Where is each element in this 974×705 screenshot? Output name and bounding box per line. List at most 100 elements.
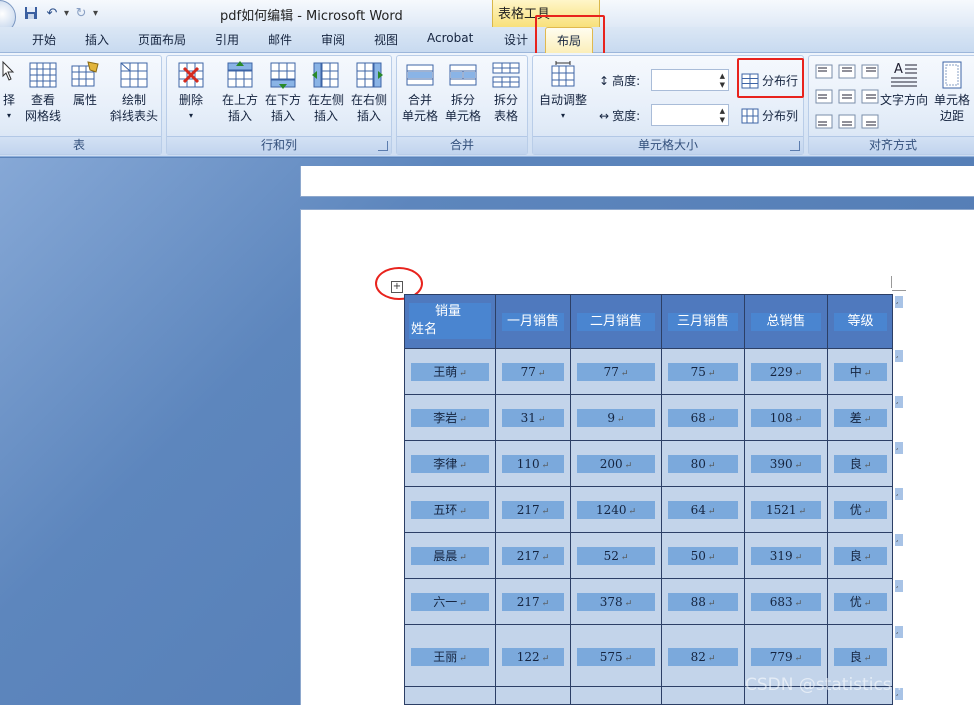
tab-review[interactable]: 审阅 [321,31,345,48]
align-bottom-center-icon[interactable] [838,114,856,129]
mar-cell[interactable]: 75 ↵ [662,349,745,395]
tab-references[interactable]: 引用 [215,31,239,48]
view-gridlines-button[interactable]: 查看 网格线 [21,60,65,124]
align-bottom-right-icon[interactable] [861,114,879,129]
autofit-button[interactable]: 自动调整 ▾ [535,60,591,124]
align-middle-right-icon[interactable] [861,89,879,104]
feb-cell[interactable]: 575 ↵ [571,625,662,687]
feb-cell[interactable] [571,687,662,704]
spin-down-icon[interactable]: ▼ [720,81,725,89]
jan-cell[interactable]: 77 ↵ [496,349,571,395]
total-cell[interactable]: 1521 ↵ [745,487,828,533]
jan-cell[interactable]: 122 ↵ [496,625,571,687]
align-top-left-icon[interactable] [815,64,833,79]
insert-below-button[interactable]: 在下方 插入 [262,60,304,124]
tab-view[interactable]: 视图 [374,31,398,48]
header-cell-grade[interactable]: 等级 [828,295,892,349]
jan-cell[interactable]: 217 ↵ [496,487,571,533]
mar-cell[interactable]: 80 ↵ [662,441,745,487]
sales-table[interactable]: 销量 姓名 一月销售 二月销售 三月销售 总销售 等级 王萌 ↵ 77 ↵ 77 ↵ … [404,294,893,705]
table-row: 王萌 ↵ 77 ↵ 77 ↵ 75 ↵ 229 ↵ 中 ↵ [405,349,892,395]
split-cells-button[interactable]: 拆分 单元格 [442,60,484,124]
align-middle-left-icon[interactable] [815,89,833,104]
grade-cell[interactable]: 优 ↵ [828,487,892,533]
feb-cell[interactable]: 1240 ↵ [571,487,662,533]
feb-cell[interactable]: 52 ↵ [571,533,662,579]
grade-cell[interactable]: 良 ↵ [828,533,892,579]
total-cell[interactable]: 390 ↵ [745,441,828,487]
jan-cell[interactable]: 217 ↵ [496,579,571,625]
mar-cell[interactable]: 82 ↵ [662,625,745,687]
align-bottom-left-icon[interactable] [815,114,833,129]
mar-cell[interactable] [662,687,745,704]
align-top-center-icon[interactable] [838,64,856,79]
tab-page-layout[interactable]: 页面布局 [138,31,186,48]
total-cell[interactable]: 319 ↵ [745,533,828,579]
mar-cell[interactable]: 68 ↵ [662,395,745,441]
dialog-launcher-icon[interactable] [378,141,388,151]
text-direction-button[interactable]: A 文字方向 [879,60,929,108]
header-cell-jan[interactable]: 一月销售 [496,295,571,349]
jan-cell[interactable]: 217 ↵ [496,533,571,579]
mar-cell[interactable]: 88 ↵ [662,579,745,625]
grade-cell[interactable]: 中 ↵ [828,349,892,395]
dialog-launcher-icon[interactable] [790,141,800,151]
align-middle-center-icon[interactable] [838,89,856,104]
grade-cell[interactable]: 优 ↵ [828,579,892,625]
undo-icon[interactable]: ↶ [43,4,61,22]
name-cell[interactable]: 五环 ↵ [405,487,496,533]
spin-up-icon[interactable]: ▲ [720,72,725,80]
properties-button[interactable]: 属性 [67,60,103,108]
total-cell[interactable]: 229 ↵ [745,349,828,395]
tab-mailings[interactable]: 邮件 [268,31,292,48]
name-cell[interactable]: 李岩 ↵ [405,395,496,441]
width-input[interactable]: ▲ ▼ [651,104,729,126]
height-input[interactable]: ▲ ▼ [651,69,729,91]
delete-button[interactable]: 删除 ▾ [173,60,209,124]
select-button[interactable]: 择 ▾ [1,60,17,124]
name-cell[interactable]: 晨晨 ↵ [405,533,496,579]
jan-cell[interactable]: 31 ↵ [496,395,571,441]
table-move-handle-icon[interactable]: + [391,281,403,293]
insert-above-button[interactable]: 在上方 插入 [219,60,261,124]
customize-qat-icon[interactable]: ▾ [93,8,98,19]
feb-cell[interactable]: 378 ↵ [571,579,662,625]
header-cell-mar[interactable]: 三月销售 [662,295,745,349]
name-cell[interactable]: 李律 ↵ [405,441,496,487]
name-cell[interactable]: 王丽 ↵ [405,625,496,687]
draw-diagonal-header-button[interactable]: 绘制 斜线表头 [105,60,163,124]
header-cell-feb[interactable]: 二月销售 [571,295,662,349]
distribute-columns-button[interactable]: 分布列 [741,107,798,124]
jan-cell[interactable]: 110 ↵ [496,441,571,487]
name-cell[interactable]: 六一 ↵ [405,579,496,625]
split-table-button[interactable]: 拆分 表格 [485,60,527,124]
tab-acrobat[interactable]: Acrobat [427,31,473,45]
redo-icon[interactable]: ↻ [72,4,90,22]
feb-cell[interactable]: 200 ↵ [571,441,662,487]
spin-down-icon[interactable]: ▼ [720,116,725,124]
mar-cell[interactable]: 64 ↵ [662,487,745,533]
spin-up-icon[interactable]: ▲ [720,107,725,115]
total-cell[interactable]: 108 ↵ [745,395,828,441]
total-cell[interactable]: 683 ↵ [745,579,828,625]
merge-cells-button[interactable]: 合并 单元格 [399,60,441,124]
mar-cell[interactable]: 50 ↵ [662,533,745,579]
insert-left-button[interactable]: 在左侧 插入 [305,60,347,124]
feb-cell[interactable]: 9 ↵ [571,395,662,441]
name-cell[interactable] [405,687,496,704]
insert-right-button[interactable]: 在右侧 插入 [348,60,390,124]
align-top-right-icon[interactable] [861,64,879,79]
tab-insert[interactable]: 插入 [85,31,109,48]
jan-cell[interactable] [496,687,571,704]
tab-home[interactable]: 开始 [32,31,56,48]
grade-cell[interactable]: 良 ↵ [828,441,892,487]
diagonal-header-cell[interactable]: 销量 姓名 [405,295,496,349]
dropdown-arrow-icon[interactable]: ▾ [64,8,69,19]
cell-margins-button[interactable]: 单元格 边距 [931,60,973,124]
feb-cell[interactable]: 77 ↵ [571,349,662,395]
name-cell[interactable]: 王萌 ↵ [405,349,496,395]
grade-cell[interactable]: 差 ↵ [828,395,892,441]
save-icon[interactable] [22,4,40,22]
header-cell-total[interactable]: 总销售 [745,295,828,349]
tab-design[interactable]: 设计 [504,31,528,48]
